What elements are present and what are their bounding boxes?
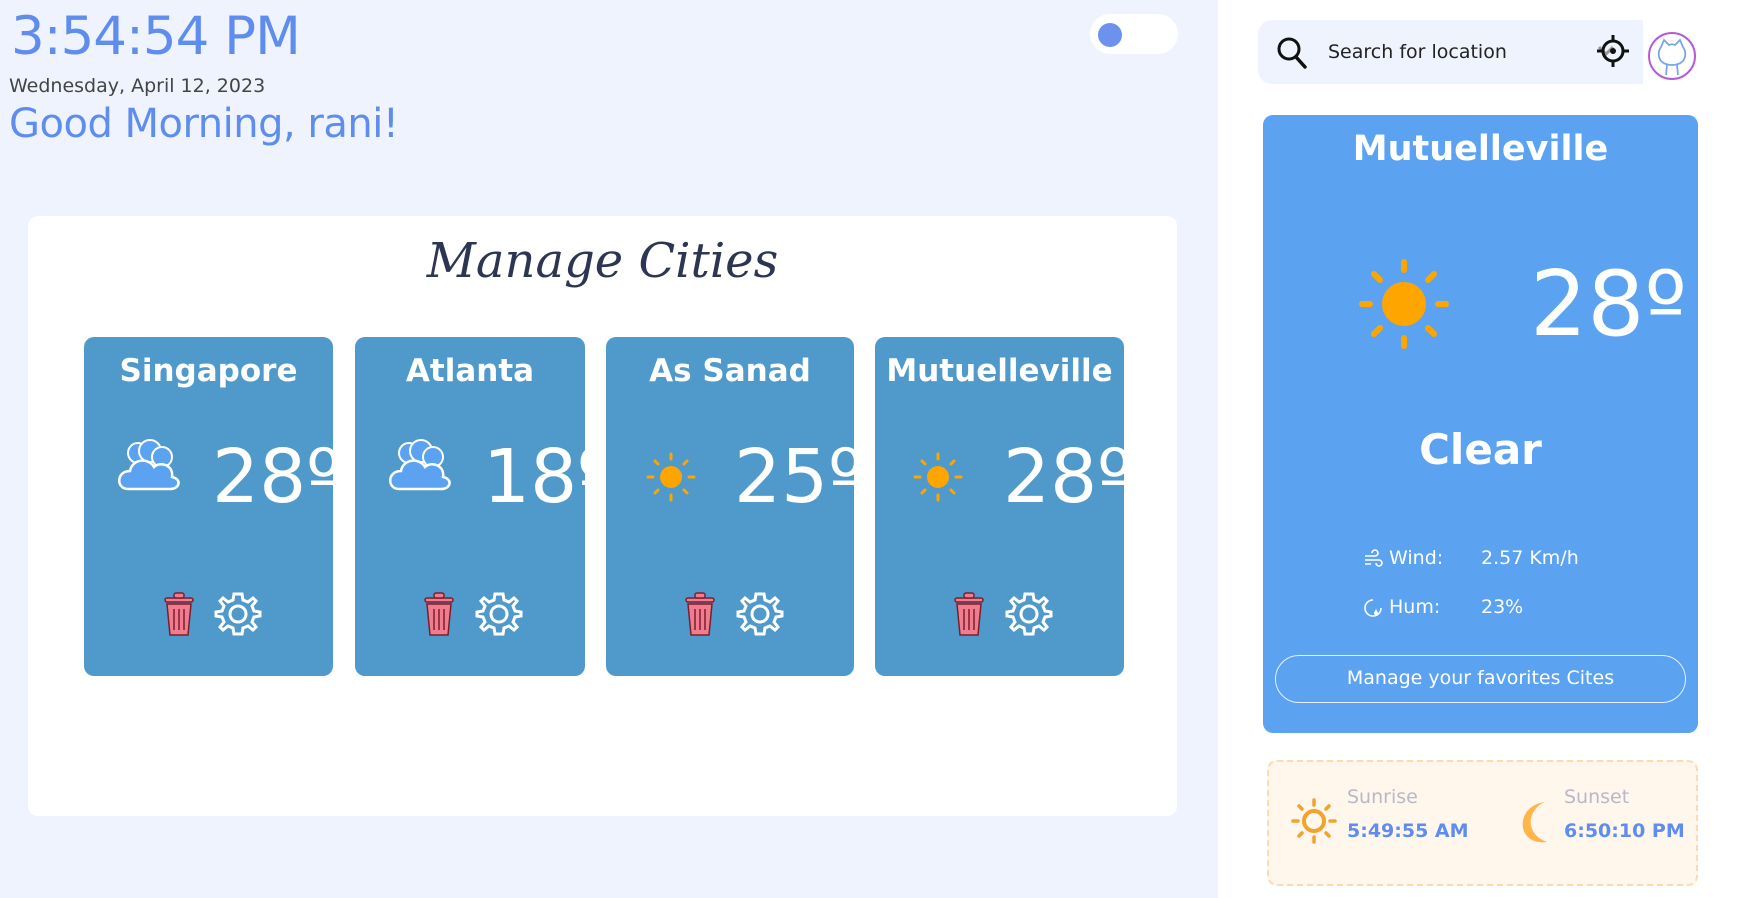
trash-icon[interactable] xyxy=(419,590,459,638)
city-temp: 18º xyxy=(483,434,613,520)
sun-icon xyxy=(913,452,963,502)
gear-icon[interactable] xyxy=(475,590,523,638)
city-name: Atlanta xyxy=(405,353,535,389)
city-card[interactable]: Atlanta 18º xyxy=(355,337,612,676)
city-temp: 28º xyxy=(1003,434,1133,520)
wind-icon xyxy=(1365,549,1383,567)
panel-title: Manage Cities xyxy=(426,233,779,289)
date: Wednesday, April 12, 2023 xyxy=(9,75,266,97)
main-area: 3:54:54 PM Wednesday, April 12, 2023 Goo… xyxy=(0,0,1218,898)
sun-icon xyxy=(646,452,696,502)
sunrise-icon xyxy=(1291,798,1337,844)
sidebar: Mutuelleville 28º Clear Wind: 2.57 Km/h xyxy=(1218,0,1745,898)
clock: 3:54:54 PM xyxy=(11,6,301,67)
wind-value: 2.57 Km/h xyxy=(1481,547,1579,569)
trash-icon[interactable] xyxy=(680,590,720,638)
humidity-value: 23% xyxy=(1481,596,1524,618)
sun-icon xyxy=(1359,259,1449,349)
city-card[interactable]: Mutuelleville 28º xyxy=(875,337,1132,676)
gear-icon[interactable] xyxy=(736,590,784,638)
city-temp: 28º xyxy=(212,434,342,520)
humidity-label: Hum: xyxy=(1389,596,1441,618)
city-card[interactable]: As Sanad 25º xyxy=(606,337,863,676)
city-card[interactable]: Singapore 28º xyxy=(84,337,341,676)
current-temp: 28º xyxy=(1530,252,1687,357)
trash-icon[interactable] xyxy=(949,590,989,638)
github-avatar-icon[interactable] xyxy=(1648,32,1696,80)
city-temp: 25º xyxy=(734,434,864,520)
manage-cities-panel: Manage Cities Singapore 28º Atlanta 18º … xyxy=(28,216,1177,816)
search-input[interactable] xyxy=(1328,34,1578,70)
toggle-knob[interactable] xyxy=(1098,23,1122,47)
search-bar[interactable] xyxy=(1258,20,1643,84)
sunset-label: Sunset xyxy=(1564,786,1630,808)
crosshair-icon[interactable] xyxy=(1596,34,1630,68)
trash-icon[interactable] xyxy=(159,590,199,638)
greeting: Good Morning, rani! xyxy=(9,101,399,147)
sun-times-panel: Sunrise 5:49:55 AM Sunset 6:50:10 PM xyxy=(1267,760,1698,886)
gear-icon[interactable] xyxy=(214,590,262,638)
humidity-icon xyxy=(1364,599,1382,617)
sunrise-value: 5:49:55 AM xyxy=(1347,820,1469,842)
theme-toggle[interactable] xyxy=(1090,14,1178,54)
current-weather-card: Mutuelleville 28º Clear Wind: 2.57 Km/h xyxy=(1263,115,1698,733)
sunrise-label: Sunrise xyxy=(1347,786,1418,808)
search-icon[interactable] xyxy=(1276,36,1308,70)
city-name: As Sanad xyxy=(649,353,811,389)
current-condition: Clear xyxy=(1419,425,1542,474)
cloud-icon xyxy=(389,439,451,491)
wind-label: Wind: xyxy=(1389,547,1444,569)
city-name: Mutuelleville xyxy=(886,353,1113,389)
sunset-value: 6:50:10 PM xyxy=(1564,820,1685,842)
current-city: Mutuelleville xyxy=(1352,129,1609,169)
moon-icon xyxy=(1522,802,1547,843)
gear-icon[interactable] xyxy=(1005,590,1053,638)
city-name: Singapore xyxy=(119,353,298,389)
manage-favorites-button[interactable]: Manage your favorites Cites xyxy=(1275,655,1686,703)
cloud-icon xyxy=(118,439,180,491)
